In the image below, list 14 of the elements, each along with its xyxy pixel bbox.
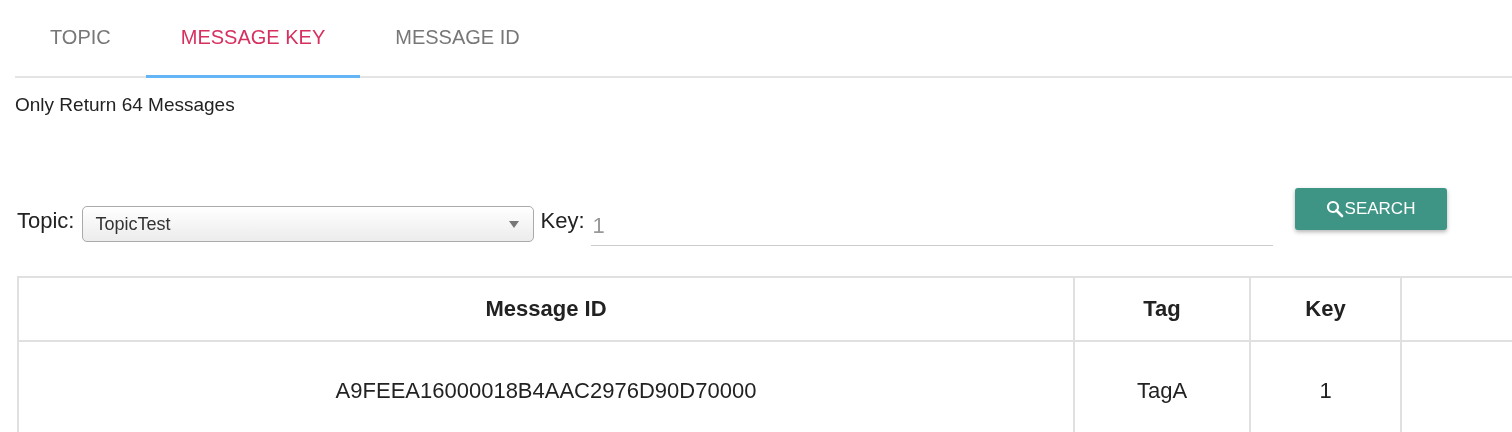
caret-icon [509,220,520,228]
column-header: Key [1250,277,1401,341]
topic-dropdown[interactable]: TopicTest [82,206,535,242]
search-button[interactable]: SEARCH [1294,188,1447,230]
tab[interactable]: MESSAGE KEY [145,0,361,78]
column-header: Message ID [18,277,1074,341]
result-notice: Only Return 64 Messages [15,94,235,116]
key-label: Key: [540,208,585,234]
tab[interactable]: TOPIC [15,0,146,78]
column-header: Tag [1074,277,1250,341]
search-icon [1325,200,1344,218]
tab[interactable]: MESSAGE ID [360,0,555,78]
topic-label: Topic: [17,208,75,234]
table-cell: A9FEEA16000018B4AAC2976D90D70000 [18,341,1074,432]
